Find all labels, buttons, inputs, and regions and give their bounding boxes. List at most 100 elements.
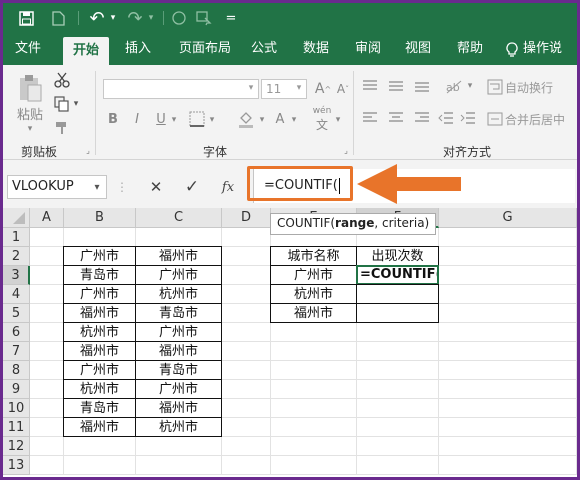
cell-g1[interactable] — [439, 228, 577, 247]
cell-b6[interactable]: 杭州市 — [63, 322, 136, 342]
cell-d8[interactable] — [222, 361, 271, 380]
tab-review[interactable]: 审阅 — [345, 33, 391, 65]
cell-e4[interactable]: 杭州市 — [270, 284, 357, 304]
fill-color-icon[interactable] — [235, 109, 257, 129]
cell-g12[interactable] — [439, 437, 577, 456]
cell-d11[interactable] — [222, 418, 271, 437]
copy-icon[interactable] — [53, 95, 71, 113]
cell-g8[interactable] — [439, 361, 577, 380]
cell-g9[interactable] — [439, 380, 577, 399]
cell-e8[interactable] — [271, 361, 357, 380]
cell-a5[interactable] — [30, 304, 64, 323]
clipboard-launcher-icon[interactable]: ⌟ — [83, 145, 93, 155]
column-header-c[interactable]: C — [136, 208, 222, 228]
tell-me-search[interactable]: 操作说明 — [519, 33, 577, 88]
row-header-1[interactable]: 1 — [3, 228, 30, 247]
phonetic-dropdown-icon[interactable]: ▾ — [333, 113, 343, 127]
cell-d13[interactable] — [222, 456, 271, 475]
cell-d7[interactable] — [222, 342, 271, 361]
fill-color-dropdown-icon[interactable]: ▾ — [257, 113, 267, 127]
cell-a7[interactable] — [30, 342, 64, 361]
row-header-13[interactable]: 13 — [3, 456, 30, 475]
underline-button[interactable]: U — [153, 109, 169, 129]
cell-c2[interactable]: 福州市 — [135, 246, 222, 266]
cell-c12[interactable] — [136, 437, 222, 456]
cell-c6[interactable]: 广州市 — [135, 322, 222, 342]
cell-a11[interactable] — [30, 418, 64, 437]
tab-insert[interactable]: 插入 — [115, 33, 161, 65]
customize-qat-icon[interactable]: = — [225, 7, 237, 29]
touch-mode-icon[interactable] — [193, 7, 215, 29]
cell-a13[interactable] — [30, 456, 64, 475]
cell-a6[interactable] — [30, 323, 64, 342]
cell-f5[interactable] — [356, 303, 439, 323]
merge-center-icon[interactable] — [487, 111, 503, 127]
align-top-icon[interactable] — [361, 77, 379, 95]
cell-e7[interactable] — [271, 342, 357, 361]
cell-g10[interactable] — [439, 399, 577, 418]
align-bottom-icon[interactable] — [413, 77, 431, 95]
wrap-text-button[interactable]: 自动换行 — [505, 79, 571, 95]
cell-c7[interactable]: 福州市 — [135, 341, 222, 361]
cancel-icon[interactable]: ✕ — [145, 176, 167, 198]
borders-dropdown-icon[interactable]: ▾ — [207, 113, 217, 127]
cell-g6[interactable] — [439, 323, 577, 342]
cell-g2[interactable] — [439, 247, 577, 266]
font-color-icon[interactable]: A — [271, 109, 289, 129]
cell-b2[interactable]: 广州市 — [63, 246, 136, 266]
cell-d4[interactable] — [222, 285, 271, 304]
cell-f6[interactable] — [357, 323, 439, 342]
cell-e6[interactable] — [271, 323, 357, 342]
cell-b11[interactable]: 福州市 — [63, 417, 136, 437]
cell-b9[interactable]: 杭州市 — [63, 379, 136, 399]
tab-file[interactable]: 文件 — [5, 33, 51, 65]
cell-e12[interactable] — [271, 437, 357, 456]
cell-g3[interactable] — [439, 266, 577, 285]
cell-c10[interactable]: 福州市 — [135, 398, 222, 418]
cell-e11[interactable] — [271, 418, 357, 437]
cell-d12[interactable] — [222, 437, 271, 456]
row-header-7[interactable]: 7 — [3, 342, 30, 361]
font-launcher-icon[interactable]: ⌟ — [341, 145, 351, 155]
cell-g4[interactable] — [439, 285, 577, 304]
align-center-icon[interactable] — [387, 109, 405, 127]
cell-c3[interactable]: 广州市 — [135, 265, 222, 285]
cell-b13[interactable] — [64, 456, 136, 475]
orientation-icon[interactable]: ab — [443, 77, 465, 95]
cell-d6[interactable] — [222, 323, 271, 342]
row-header-8[interactable]: 8 — [3, 361, 30, 380]
merge-center-button[interactable]: 合并后居中 — [505, 111, 575, 127]
cell-b7[interactable]: 福州市 — [63, 341, 136, 361]
bold-button[interactable]: B — [105, 109, 121, 129]
font-size-dropdown-icon[interactable]: ▾ — [293, 81, 305, 95]
cell-f12[interactable] — [357, 437, 439, 456]
insert-function-icon[interactable]: fx — [217, 176, 239, 198]
tab-data[interactable]: 数据 — [293, 33, 339, 65]
cell-d1[interactable] — [222, 228, 271, 247]
select-all-corner[interactable] — [3, 208, 30, 228]
cell-b10[interactable]: 青岛市 — [63, 398, 136, 418]
column-header-g[interactable]: G — [439, 208, 577, 228]
row-header-12[interactable]: 12 — [3, 437, 30, 456]
cell-a10[interactable] — [30, 399, 64, 418]
font-color-dropdown-icon[interactable]: ▾ — [289, 113, 299, 127]
cell-f4[interactable] — [356, 284, 439, 304]
underline-dropdown-icon[interactable]: ▾ — [169, 113, 179, 127]
cell-f11[interactable] — [357, 418, 439, 437]
row-header-3[interactable]: 3 — [3, 266, 30, 285]
cell-g13[interactable] — [439, 456, 577, 475]
cell-a1[interactable] — [30, 228, 64, 247]
row-header-11[interactable]: 11 — [3, 418, 30, 437]
cell-d3[interactable] — [222, 266, 271, 285]
format-painter-icon[interactable] — [53, 119, 71, 137]
paste-dropdown-icon[interactable]: ▾ — [23, 123, 37, 135]
formula-bar-grip[interactable]: ⋮ — [116, 178, 128, 196]
cell-b12[interactable] — [64, 437, 136, 456]
wrap-text-icon[interactable] — [487, 79, 503, 95]
cell-c5[interactable]: 青岛市 — [135, 303, 222, 323]
cell-c1[interactable] — [136, 228, 222, 247]
increase-indent-icon[interactable] — [459, 109, 477, 127]
cell-e13[interactable] — [271, 456, 357, 475]
redo-icon[interactable]: ↷ — [123, 7, 147, 29]
row-header-9[interactable]: 9 — [3, 380, 30, 399]
